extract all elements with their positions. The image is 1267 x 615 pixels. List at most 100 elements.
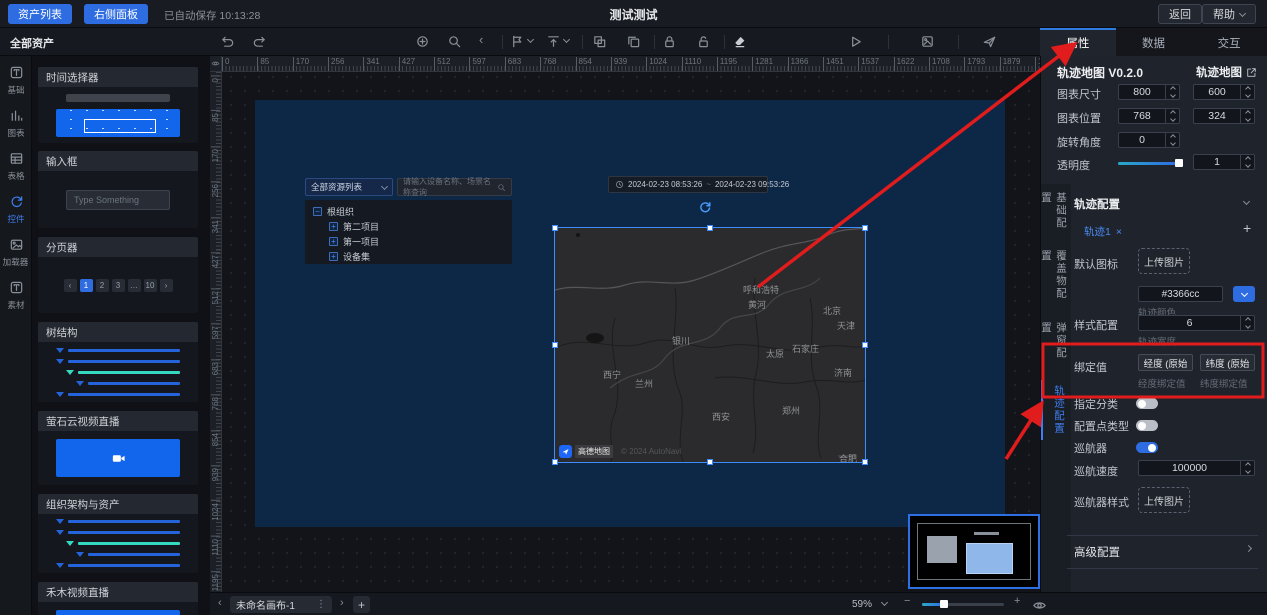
group-icon[interactable] <box>592 34 607 49</box>
tree-node[interactable]: +第二项目 <box>305 219 512 234</box>
pos-y-stepper[interactable]: 324 <box>1193 108 1255 124</box>
rotate-handle-icon[interactable] <box>698 200 712 217</box>
track-tab-1[interactable]: 轨迹1 × <box>1084 224 1122 239</box>
tab-properties[interactable]: 属性 <box>1040 28 1116 56</box>
copy-icon[interactable] <box>626 34 641 49</box>
artboard[interactable]: 全部资源列表 请输入设备名称、场景名称查询 −根组织+第二项目+第一项目+设备集… <box>255 100 1005 527</box>
undo-icon[interactable] <box>220 34 235 49</box>
redo-icon[interactable] <box>252 34 267 49</box>
zoom-slider-thumb[interactable] <box>940 600 948 608</box>
trajectory-map-widget[interactable]: 呼和浩特黄河北京天津银川太原石家庄西宁兰州济南西安郑州合肥 高德地图 © 202… <box>555 228 865 462</box>
rail-item-loader[interactable]: 加载器 <box>0 234 32 274</box>
collapse-left-icon[interactable]: ‹ <box>479 32 483 47</box>
track-color-input[interactable]: #3366cc <box>1138 286 1223 302</box>
component-card-tree[interactable]: 树结构 <box>38 322 198 402</box>
close-icon[interactable]: × <box>1116 226 1122 238</box>
component-link[interactable]: 轨迹地图 <box>1196 64 1257 80</box>
opacity-slider[interactable] <box>1118 162 1182 165</box>
eye-icon[interactable] <box>1032 598 1047 613</box>
pos-x-stepper[interactable]: 768 <box>1118 108 1180 124</box>
cruise-speed-stepper[interactable]: 100000 <box>1138 460 1255 476</box>
next-canvas-icon[interactable]: › <box>340 597 344 609</box>
component-card-paginator[interactable]: 分页器 ‹123…10› <box>38 237 198 313</box>
tree-filter-dropdown[interactable]: 全部资源列表 <box>305 178 393 196</box>
asset-list-button[interactable]: 资产列表 <box>8 4 72 24</box>
date-range-picker-widget[interactable]: 2024-02-23 08:53:26 ~ 2024-02-23 09:53:2… <box>608 176 768 193</box>
zoom-in-icon[interactable]: + <box>1014 595 1020 607</box>
rail-item-chart[interactable]: 图表 <box>0 105 32 145</box>
advanced-config-label[interactable]: 高级配置 <box>1074 544 1120 560</box>
save-snapshot-icon[interactable] <box>920 34 935 49</box>
search-icon[interactable] <box>447 34 462 49</box>
tab-data[interactable]: 数据 <box>1116 28 1192 56</box>
section-tab-basic[interactable]: 基础配置 <box>1043 192 1069 240</box>
tree-node[interactable]: −根组织 <box>305 204 512 219</box>
fit-view-icon[interactable] <box>415 34 430 49</box>
cruiser-toggle[interactable] <box>1136 442 1158 453</box>
section-tab-track[interactable]: 轨迹配置 <box>1041 380 1067 440</box>
tab-interaction[interactable]: 交互 <box>1191 28 1267 56</box>
tree-search-input[interactable]: 请输入设备名称、场景名称查询 <box>397 178 512 196</box>
expand-icon[interactable]: + <box>329 237 338 246</box>
opacity-stepper[interactable]: 1 <box>1193 154 1255 170</box>
expand-icon[interactable]: + <box>329 252 338 261</box>
canvas-tab[interactable]: 未命名画布-1 ⋮ <box>230 596 332 613</box>
cruiser-upload-button[interactable]: 上传图片 <box>1138 487 1190 513</box>
point-type-toggle[interactable] <box>1136 420 1158 431</box>
expand-icon[interactable]: + <box>329 222 338 231</box>
component-card-hemu-video[interactable]: 禾木视频直播 <box>38 582 198 615</box>
selection-handle-se[interactable] <box>862 459 868 465</box>
rotation-stepper[interactable]: 0 <box>1118 132 1180 148</box>
eraser-icon[interactable] <box>732 34 747 49</box>
section-tab-popup[interactable]: 弹窗配置 <box>1043 322 1069 370</box>
chevron-down-icon[interactable] <box>563 36 570 43</box>
rail-item-basic[interactable]: 基础 <box>0 62 32 102</box>
upload-image-button[interactable]: 上传图片 <box>1138 248 1190 274</box>
tree-node[interactable]: +第一项目 <box>305 234 512 249</box>
add-track-icon[interactable]: + <box>1243 220 1251 236</box>
opacity-slider-thumb[interactable] <box>1175 159 1183 167</box>
zoom-slider[interactable] <box>922 603 1004 606</box>
chevron-down-icon[interactable] <box>1243 198 1250 205</box>
more-icon[interactable]: ⋮ <box>316 599 326 610</box>
ruler-corner[interactable] <box>210 56 222 72</box>
tree-node[interactable]: +设备集 <box>305 249 512 264</box>
chevron-down-icon[interactable] <box>527 36 534 43</box>
chevron-right-icon[interactable] <box>1245 545 1252 552</box>
longitude-bind-button[interactable]: 经度 (原始 <box>1138 354 1193 371</box>
selection-handle-e[interactable] <box>862 342 868 348</box>
selection-handle-s[interactable] <box>707 459 713 465</box>
selection-handle-w[interactable] <box>552 342 558 348</box>
selection-handle-n[interactable] <box>707 225 713 231</box>
width-stepper[interactable]: 800 <box>1118 84 1180 100</box>
rail-item-control[interactable]: 控件 <box>0 191 32 231</box>
editor-canvas[interactable]: 0851702563414275125976837688549391024111… <box>210 56 1040 592</box>
zoom-level[interactable]: 59% <box>852 599 872 610</box>
classify-toggle[interactable] <box>1136 398 1158 409</box>
color-dropdown-button[interactable] <box>1233 286 1255 302</box>
rail-item-material[interactable]: 素材 <box>0 277 32 317</box>
add-canvas-button[interactable]: + <box>353 596 370 613</box>
help-button[interactable]: 帮助 <box>1202 4 1256 24</box>
prev-canvas-icon[interactable]: ‹ <box>218 597 222 609</box>
section-tab-overlay[interactable]: 覆盖物配置 <box>1043 250 1069 310</box>
height-stepper[interactable]: 600 <box>1193 84 1255 100</box>
back-button[interactable]: 返回 <box>1158 4 1202 24</box>
flag-align-icon[interactable] <box>510 34 525 49</box>
track-width-stepper[interactable]: 6 <box>1138 315 1255 331</box>
publish-icon[interactable] <box>982 34 997 49</box>
chevron-down-icon[interactable] <box>881 599 888 606</box>
rail-item-table[interactable]: 表格 <box>0 148 32 188</box>
latitude-bind-button[interactable]: 纬度 (原始 <box>1200 354 1255 371</box>
lock-icon[interactable] <box>662 34 677 49</box>
component-card-ezviz-video[interactable]: 萤石云视频直播 <box>38 411 198 485</box>
unlock-icon[interactable] <box>696 34 711 49</box>
component-card-time-picker[interactable]: 时间选择器 <box>38 67 198 143</box>
align-top-icon[interactable] <box>546 34 561 49</box>
collapse-icon[interactable]: − <box>313 207 322 216</box>
component-card-input[interactable]: 输入框 Type Something <box>38 151 198 228</box>
minimap[interactable] <box>908 514 1040 589</box>
right-panel-button[interactable]: 右侧面板 <box>84 4 148 24</box>
zoom-out-icon[interactable]: − <box>904 595 910 607</box>
selection-handle-sw[interactable] <box>552 459 558 465</box>
